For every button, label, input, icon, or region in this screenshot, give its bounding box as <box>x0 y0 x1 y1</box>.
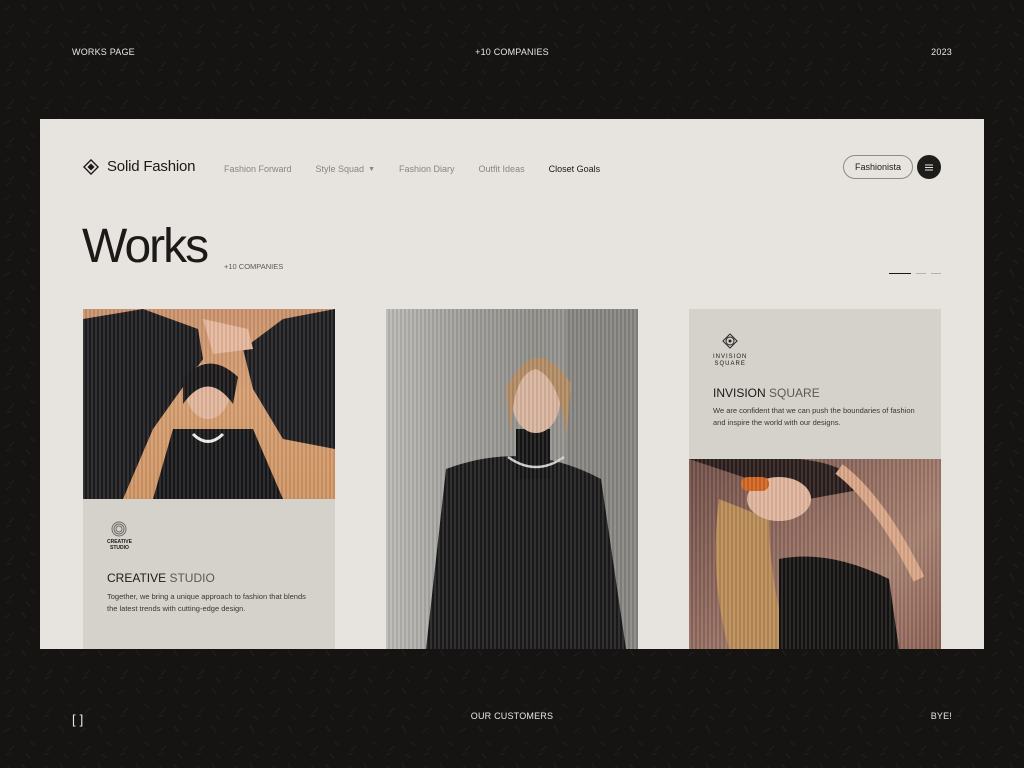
card-description: We are confident that we can push the bo… <box>713 406 915 427</box>
card-info: CREATIVE STUDIO CREATIVE STUDIO Together,… <box>83 499 335 649</box>
brand-name: Solid Fashion <box>107 158 196 175</box>
work-card-invision-square[interactable]: INVISION SQUARE INVISION SQUARE We are co… <box>689 309 941 649</box>
fashion-photo <box>386 309 638 649</box>
carousel-indicator[interactable] <box>889 273 941 274</box>
works-page: Solid Fashion Fashion Forward Style Squa… <box>40 119 984 649</box>
invision-square-wordmark: INVISION SQUARE <box>713 354 748 367</box>
creative-studio-wordmark: CREATIVE STUDIO <box>107 539 132 551</box>
fashion-photo <box>83 309 335 499</box>
nav-link-style-squad-label: Style Squad <box>315 164 365 174</box>
menu-button[interactable] <box>917 155 941 179</box>
bye-label: BYE! <box>930 711 952 721</box>
diamond-logo-icon <box>83 158 99 175</box>
card-heading: INVISION SQUARE <box>713 386 820 400</box>
work-card-creative-studio[interactable]: CREATIVE STUDIO CREATIVE STUDIO Together,… <box>83 309 335 649</box>
nav-link-fashion-diary[interactable]: Fashion Diary <box>399 164 455 174</box>
glass-ribbed-overlay <box>386 309 638 649</box>
card-description: Together, we bring a unique approach to … <box>107 592 306 613</box>
circle-logo-icon <box>111 521 127 537</box>
page-subtitle: +10 COMPANIES <box>224 262 284 271</box>
glass-ribbed-overlay <box>83 309 335 499</box>
card-heading-primary: INVISION <box>713 386 766 400</box>
glass-ribbed-overlay <box>689 459 941 649</box>
nav-link-fashion-forward[interactable]: Fashion Forward <box>224 164 292 174</box>
card-heading-primary: CREATIVE <box>107 571 167 585</box>
invision-square-logo: INVISION SQUARE <box>713 331 747 367</box>
card-heading-secondary: STUDIO <box>169 571 215 585</box>
companies-count-label: +10 COMPANIES <box>475 47 549 57</box>
card-heading-secondary: SQUARE <box>769 386 820 400</box>
card-heading: CREATIVE STUDIO <box>107 571 215 585</box>
nav-link-outfit-ideas[interactable]: Outfit Ideas <box>479 164 525 174</box>
chevron-down-icon: ▼ <box>368 166 376 173</box>
fashion-photo <box>689 459 941 649</box>
nav-link-style-squad[interactable]: Style Squad ▼ <box>316 164 375 174</box>
top-nav: Solid Fashion Fashion Forward Style Squa… <box>83 155 941 179</box>
card-info: INVISION SQUARE INVISION SQUARE We are co… <box>689 309 941 459</box>
year-label: 2023 <box>931 47 952 57</box>
ornament-logo-icon <box>722 333 738 349</box>
carousel-dot[interactable] <box>916 273 926 274</box>
work-card-portrait[interactable] <box>386 309 638 649</box>
nav-link-closet-goals[interactable]: Closet Goals <box>549 164 601 174</box>
creative-studio-logo: CREATIVE STUDIO <box>107 521 132 551</box>
brand-logo[interactable]: Solid Fashion <box>83 158 195 175</box>
carousel-dot-active[interactable] <box>889 273 911 274</box>
nav-links: Fashion Forward Style Squad ▼ Fashion Dia… <box>224 164 600 174</box>
hamburger-icon <box>925 166 933 168</box>
carousel-dot[interactable] <box>931 273 941 274</box>
our-customers-label: OUR CUSTOMERS <box>470 711 554 721</box>
page-title: Works <box>82 220 209 273</box>
fashionista-button[interactable]: Fashionista <box>842 155 913 179</box>
